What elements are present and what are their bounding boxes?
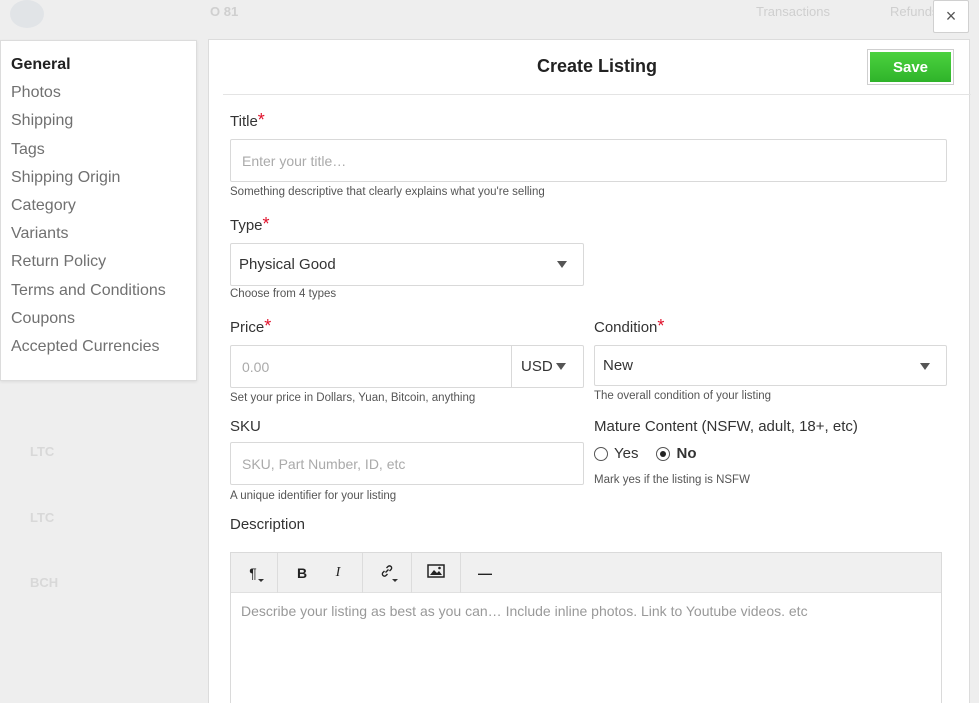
condition-select[interactable]: New — [594, 345, 947, 386]
mature-content-label: Mature Content (NSFW, adult, 18+, etc) — [594, 418, 858, 435]
price-label: Price* — [230, 316, 271, 337]
description-label: Description — [230, 516, 306, 533]
description-placeholder: Describe your listing as best as you can… — [241, 603, 808, 619]
nav-item-shipping-origin[interactable]: Shipping Origin — [1, 167, 196, 195]
app-logo — [10, 0, 44, 28]
description-textarea[interactable]: Describe your listing as best as you can… — [231, 593, 941, 629]
chevron-down-icon — [557, 261, 567, 268]
price-input[interactable]: 0.00 USD — [230, 345, 584, 388]
image-icon — [427, 564, 445, 581]
required-mark: * — [264, 316, 272, 336]
chevron-down-icon — [920, 363, 930, 370]
create-listing-modal: Create Listing Save Title* Enter your ti… — [208, 39, 971, 703]
paragraph-icon: ¶ — [249, 564, 257, 581]
italic-icon: I — [335, 564, 341, 580]
paragraph-format-button[interactable]: ¶ — [235, 553, 271, 593]
toolbar-divider — [362, 552, 363, 593]
condition-value: New — [603, 357, 634, 374]
chevron-down-icon — [556, 363, 566, 370]
nav-item-accepted-currencies[interactable]: Accepted Currencies — [1, 336, 196, 364]
mature-content-options: Yes No — [594, 445, 696, 462]
price-help: Set your price in Dollars, Yuan, Bitcoin… — [230, 392, 476, 404]
bold-button[interactable]: B — [284, 553, 320, 593]
mature-no-radio[interactable] — [656, 446, 671, 461]
background-count: O 81 — [210, 4, 239, 19]
currency-value: USD — [521, 358, 553, 375]
title-help: Something descriptive that clearly expla… — [230, 186, 545, 198]
type-value: Physical Good — [239, 256, 336, 273]
close-button[interactable]: × — [933, 0, 969, 33]
nav-item-shipping[interactable]: Shipping — [1, 110, 196, 138]
background-row-currency: LTC — [30, 510, 55, 525]
italic-button[interactable]: I — [320, 553, 356, 593]
price-placeholder: 0.00 — [242, 358, 270, 375]
mature-yes-label[interactable]: Yes — [614, 445, 638, 462]
nav-item-variants[interactable]: Variants — [1, 223, 196, 251]
link-button[interactable] — [369, 553, 405, 593]
toolbar-divider — [460, 552, 461, 593]
sku-label: SKU — [230, 418, 261, 435]
background-topbar: O 81 Transactions Refunds — [0, 0, 979, 28]
page-title: Create Listing — [536, 56, 658, 76]
type-label-text: Type — [230, 217, 263, 234]
nav-item-coupons[interactable]: Coupons — [1, 308, 196, 336]
nav-item-general[interactable]: General — [1, 54, 196, 82]
listing-sections-nav: General Photos Shipping Tags Shipping Or… — [0, 40, 197, 381]
toolbar-divider — [277, 552, 278, 593]
type-label: Type* — [230, 214, 270, 235]
background-row-currency: BCH — [30, 575, 59, 590]
nav-item-category[interactable]: Category — [1, 195, 196, 223]
sku-help: A unique identifier for your listing — [230, 490, 397, 502]
title-input[interactable]: Enter your title… — [230, 139, 947, 182]
modal-header: Create Listing Save — [223, 40, 971, 95]
sku-placeholder: SKU, Part Number, ID, etc — [242, 455, 406, 472]
insert-image-button[interactable] — [418, 553, 454, 593]
sku-input[interactable]: SKU, Part Number, ID, etc — [230, 442, 584, 485]
dropdown-caret-icon — [392, 578, 398, 582]
nav-item-terms-and-conditions[interactable]: Terms and Conditions — [1, 280, 196, 308]
close-icon: × — [945, 6, 957, 26]
price-label-text: Price — [230, 319, 265, 336]
type-help: Choose from 4 types — [230, 288, 337, 300]
bold-icon: B — [296, 564, 308, 581]
background-link-refunds: Refunds — [890, 4, 939, 19]
title-placeholder: Enter your title… — [242, 152, 347, 169]
nav-item-photos[interactable]: Photos — [1, 82, 196, 110]
mature-no-label[interactable]: No — [676, 445, 696, 462]
description-editor: ¶ B I — Describe your listing as best as… — [230, 552, 942, 703]
toolbar-divider — [411, 552, 412, 593]
mature-yes-radio[interactable] — [594, 446, 608, 461]
required-mark: * — [657, 316, 665, 336]
background-row-currency: LTC — [30, 444, 55, 459]
title-label-text: Title — [230, 113, 258, 130]
nav-item-tags[interactable]: Tags — [1, 139, 196, 167]
horizontal-rule-icon: — — [478, 564, 492, 581]
editor-toolbar: ¶ B I — — [231, 552, 941, 593]
type-select[interactable]: Physical Good — [230, 243, 584, 286]
required-mark: * — [262, 214, 270, 234]
mature-content-help: Mark yes if the listing is NSFW — [594, 474, 750, 486]
horizontal-rule-button[interactable]: — — [467, 553, 503, 593]
currency-select[interactable]: USD — [511, 346, 583, 387]
condition-help: The overall condition of your listing — [594, 390, 772, 402]
save-button-frame: Save — [867, 49, 954, 85]
nav-item-return-policy[interactable]: Return Policy — [1, 251, 196, 279]
condition-label-text: Condition — [594, 319, 658, 336]
title-label: Title* — [230, 110, 265, 131]
save-button[interactable]: Save — [870, 52, 951, 82]
dropdown-caret-icon — [258, 578, 264, 582]
required-mark: * — [257, 110, 265, 130]
background-link-transactions: Transactions — [756, 4, 830, 19]
condition-label: Condition* — [594, 316, 664, 337]
